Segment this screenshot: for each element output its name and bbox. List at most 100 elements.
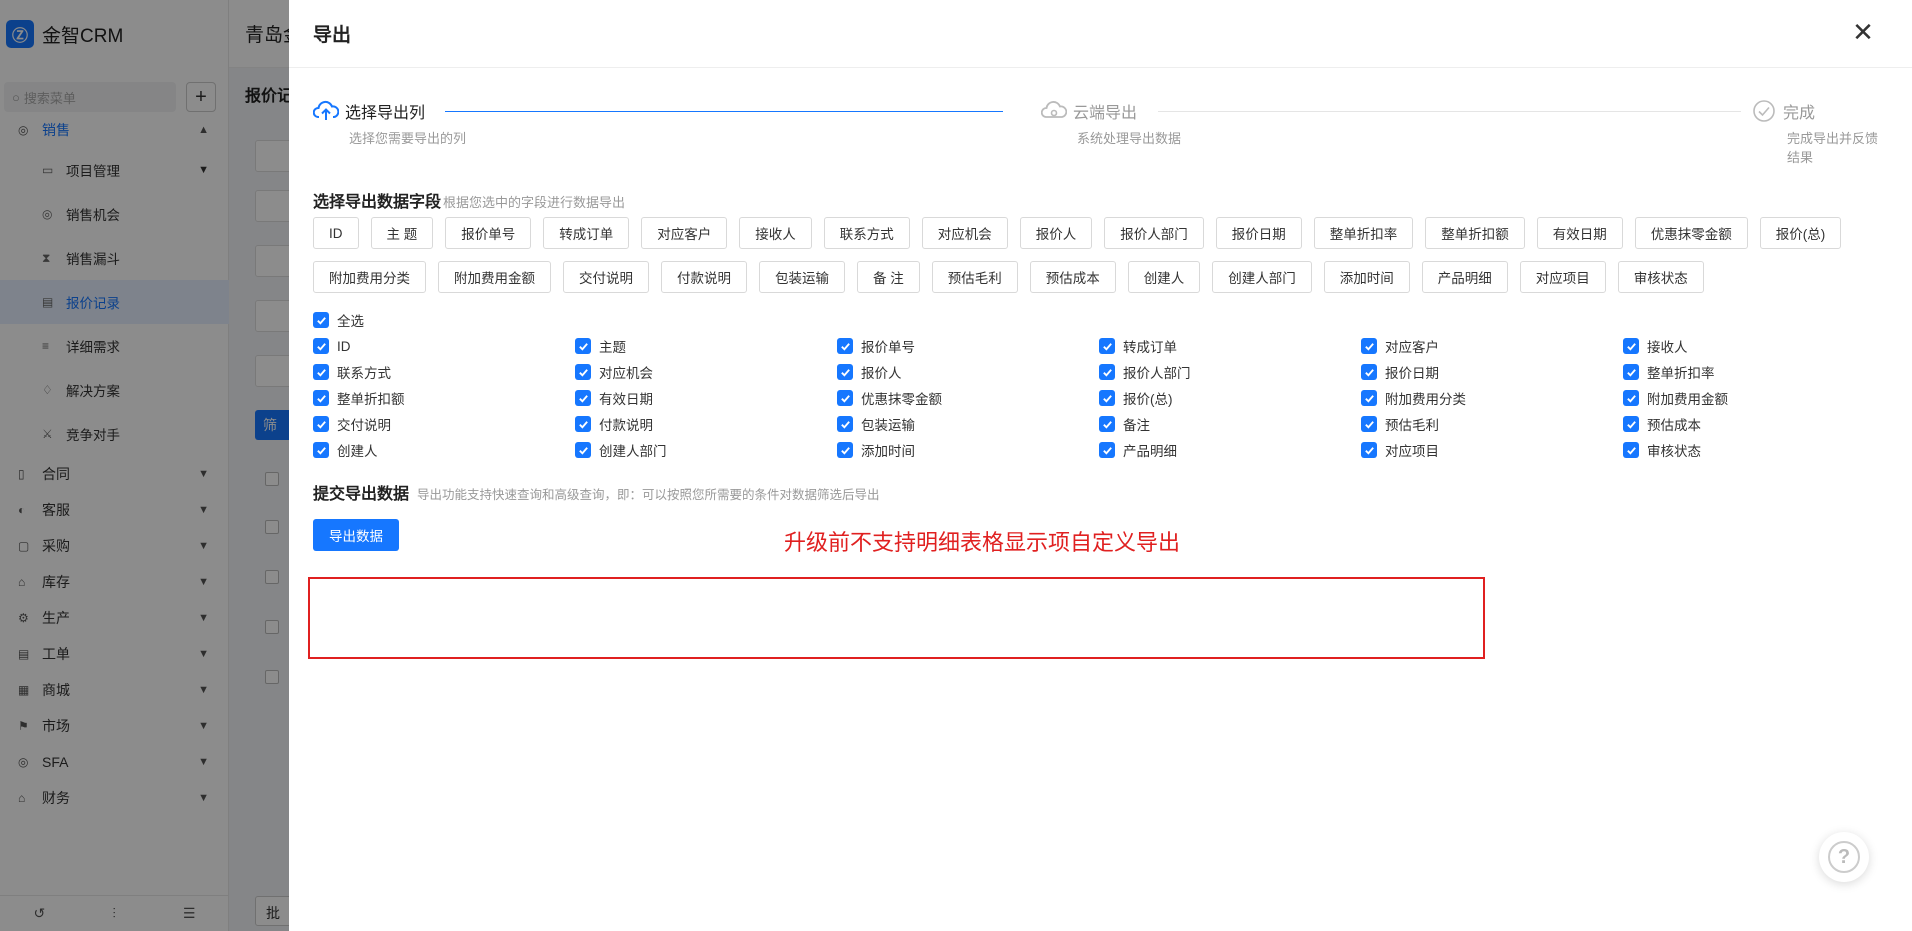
checkbox-label: 创建人部门 bbox=[599, 444, 667, 459]
field-checkbox[interactable]: 创建人部门 bbox=[575, 441, 837, 459]
field-checkbox[interactable]: 附加费用分类 bbox=[1361, 389, 1623, 407]
checkbox-checked-icon bbox=[1623, 338, 1639, 354]
field-tag[interactable]: 预估成本 bbox=[1029, 261, 1116, 293]
field-tag[interactable]: 联系方式 bbox=[823, 217, 910, 249]
checkbox-checked-icon bbox=[313, 390, 329, 406]
export-data-button[interactable]: 导出数据 bbox=[313, 519, 399, 551]
field-checkbox-grid: ID 主题 报价单号 转成订单 对应客户 接收人 联系方式 对应机会 报价人 报价人部门 报价日期整… bbox=[313, 337, 1893, 459]
field-checkbox[interactable]: 整单折扣额 bbox=[313, 389, 575, 407]
checkbox-label: 产品明细 bbox=[1123, 444, 1177, 459]
field-checkbox[interactable]: 附加费用金额 bbox=[1623, 389, 1885, 407]
drawer-title: 导出 bbox=[313, 25, 352, 46]
check-circle-icon bbox=[1751, 98, 1777, 124]
field-tag[interactable]: 附加费用分类 bbox=[313, 261, 426, 293]
field-tag[interactable]: 整单折扣率 bbox=[1313, 217, 1414, 249]
field-checkbox[interactable]: 预估毛利 bbox=[1361, 415, 1623, 433]
field-tag[interactable]: 报价人部门 bbox=[1104, 217, 1204, 249]
field-tag[interactable]: 转成订单 bbox=[543, 217, 630, 249]
field-tag[interactable]: 创建人部门 bbox=[1212, 261, 1312, 293]
checkbox-label: 预估毛利 bbox=[1385, 418, 1439, 433]
checkbox-label: 接收人 bbox=[1647, 340, 1688, 355]
field-checkbox[interactable]: 对应客户 bbox=[1361, 337, 1623, 355]
annotation-highlight-box bbox=[308, 577, 1485, 659]
field-checkbox[interactable]: 添加时间 bbox=[837, 441, 1099, 459]
checkbox-checked-icon bbox=[575, 338, 591, 354]
field-checkbox[interactable]: 主题 bbox=[575, 337, 837, 355]
cloud-icon bbox=[1041, 98, 1067, 124]
field-checkbox[interactable]: 报价人 bbox=[837, 363, 1099, 381]
field-checkbox[interactable]: 整单折扣率 bbox=[1623, 363, 1885, 381]
field-checkbox[interactable]: 优惠抹零金额 bbox=[837, 389, 1099, 407]
checkbox-checked-icon bbox=[837, 416, 853, 432]
checkbox-label: 联系方式 bbox=[337, 366, 391, 381]
checkbox-checked-icon bbox=[1623, 416, 1639, 432]
field-tag[interactable]: 报价(总) bbox=[1759, 217, 1842, 249]
field-tag[interactable]: 有效日期 bbox=[1536, 217, 1623, 249]
field-tag[interactable]: 产品明细 bbox=[1421, 261, 1508, 293]
field-tag[interactable]: 添加时间 bbox=[1323, 261, 1410, 293]
field-checkbox[interactable]: 产品明细 bbox=[1099, 441, 1361, 459]
field-tag[interactable]: 对应项目 bbox=[1519, 261, 1606, 293]
checkbox-label: ID bbox=[337, 338, 351, 354]
checkbox-label: 对应客户 bbox=[1385, 340, 1439, 355]
field-tag[interactable]: 报价日期 bbox=[1215, 217, 1302, 249]
field-checkbox[interactable]: 备注 bbox=[1099, 415, 1361, 433]
field-checkbox[interactable]: 接收人 bbox=[1623, 337, 1885, 355]
field-tag[interactable]: 对应客户 bbox=[641, 217, 728, 249]
field-checkbox[interactable]: 报价人部门 bbox=[1099, 363, 1361, 381]
field-checkbox[interactable]: 审核状态 bbox=[1623, 441, 1885, 459]
field-tag[interactable]: 附加费用金额 bbox=[438, 261, 551, 293]
select-all-checkbox[interactable]: 全选 bbox=[313, 311, 364, 329]
field-checkbox[interactable]: 付款说明 bbox=[575, 415, 837, 433]
field-checkbox[interactable]: 联系方式 bbox=[313, 363, 575, 381]
field-checkbox[interactable]: 对应机会 bbox=[575, 363, 837, 381]
field-tag[interactable]: 对应机会 bbox=[921, 217, 1008, 249]
checkbox-checked-icon bbox=[1099, 364, 1115, 380]
field-checkbox[interactable]: 有效日期 bbox=[575, 389, 837, 407]
help-button[interactable]: ? bbox=[1819, 832, 1869, 882]
field-tag[interactable]: 审核状态 bbox=[1617, 261, 1704, 293]
field-tag[interactable]: 付款说明 bbox=[661, 261, 747, 293]
field-tag[interactable]: 报价人 bbox=[1019, 217, 1093, 249]
field-tag[interactable]: 包装运输 bbox=[759, 261, 845, 293]
field-tag[interactable]: 整单折扣额 bbox=[1425, 217, 1525, 249]
checkbox-label: 报价(总) bbox=[1123, 392, 1173, 407]
field-tag[interactable]: 交付说明 bbox=[563, 261, 649, 293]
field-checkbox[interactable]: 包装运输 bbox=[837, 415, 1099, 433]
field-tag[interactable]: 主 题 bbox=[370, 217, 434, 249]
field-checkbox[interactable]: 对应项目 bbox=[1361, 441, 1623, 459]
field-checkbox[interactable]: ID bbox=[313, 337, 575, 355]
checkbox-checked-icon bbox=[313, 338, 329, 354]
field-tag[interactable]: 接收人 bbox=[739, 217, 812, 249]
checkbox-checked-icon bbox=[1361, 442, 1377, 458]
checkbox-label: 附加费用金额 bbox=[1647, 392, 1728, 407]
field-checkbox[interactable]: 预估成本 bbox=[1623, 415, 1885, 433]
checkbox-checked-icon bbox=[837, 390, 853, 406]
checkbox-label: 附加费用分类 bbox=[1385, 392, 1466, 407]
field-checkbox[interactable]: 报价单号 bbox=[837, 337, 1099, 355]
step-connector bbox=[1158, 111, 1741, 112]
field-tag[interactable]: 优惠抹零金额 bbox=[1634, 217, 1748, 249]
checkbox-label: 报价单号 bbox=[861, 340, 915, 355]
checkbox-label: 创建人 bbox=[337, 444, 378, 459]
section-hint: 根据您选中的字段进行数据导出 bbox=[443, 195, 626, 210]
checkbox-label: 主题 bbox=[599, 340, 626, 355]
field-tag[interactable]: 创建人 bbox=[1127, 261, 1201, 293]
field-tag[interactable]: 报价单号 bbox=[445, 217, 532, 249]
field-checkbox[interactable]: 创建人 bbox=[313, 441, 575, 459]
field-tag[interactable]: 预估毛利 bbox=[931, 261, 1018, 293]
section-title-text: 选择导出数据字段 bbox=[313, 194, 442, 211]
field-checkbox[interactable]: 报价日期 bbox=[1361, 363, 1623, 381]
annotation-text: 升级前不支持明细表格显示项自定义导出 bbox=[784, 531, 1181, 556]
checkbox-label: 备注 bbox=[1123, 418, 1150, 433]
step-title: 完成 bbox=[1783, 105, 1816, 122]
checkbox-label: 预估成本 bbox=[1647, 418, 1701, 433]
step-desc: 选择您需要导出的列 bbox=[349, 131, 467, 146]
checkbox-checked-icon bbox=[1361, 416, 1377, 432]
field-tag[interactable]: ID bbox=[313, 217, 359, 249]
field-tag[interactable]: 备 注 bbox=[857, 261, 920, 293]
close-icon[interactable]: ✕ bbox=[1850, 19, 1876, 46]
field-checkbox[interactable]: 报价(总) bbox=[1099, 389, 1361, 407]
field-checkbox[interactable]: 转成订单 bbox=[1099, 337, 1361, 355]
field-checkbox[interactable]: 交付说明 bbox=[313, 415, 575, 433]
